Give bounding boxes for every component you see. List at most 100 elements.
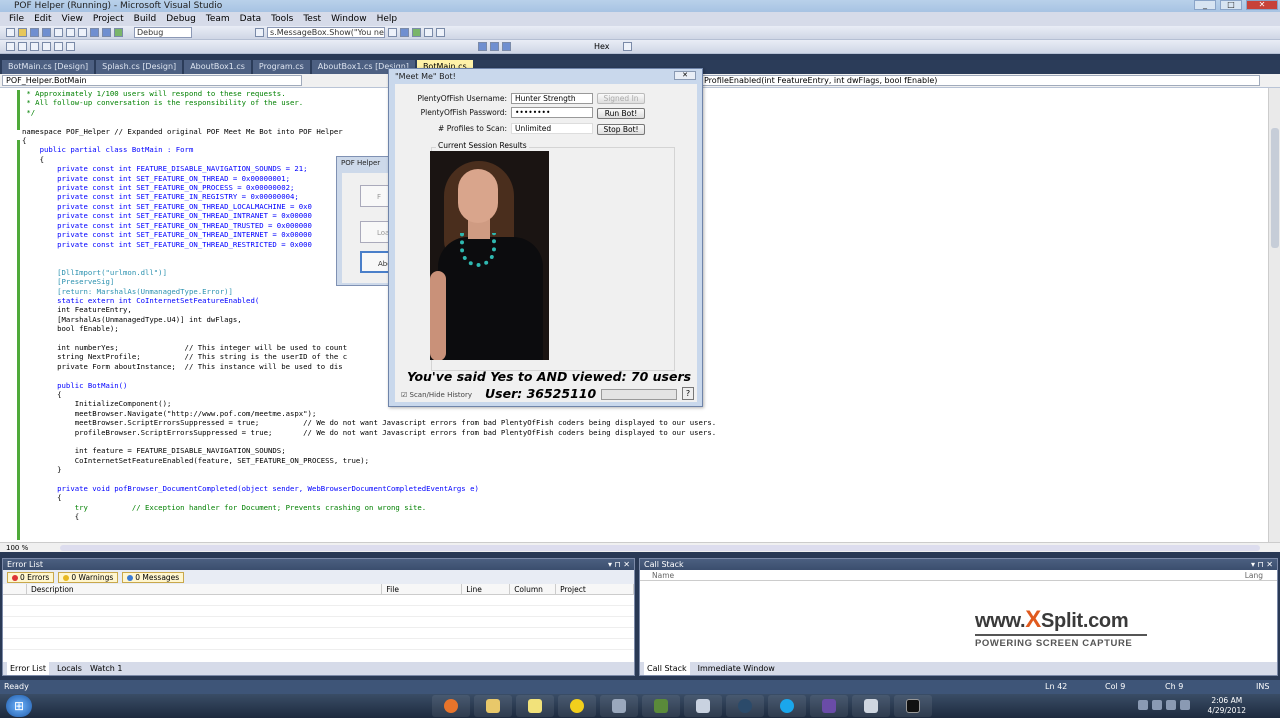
network-icon[interactable]	[1152, 700, 1162, 710]
hex-button[interactable]: Hex	[594, 42, 610, 51]
tab-splash-design[interactable]: Splash.cs [Design]	[96, 60, 183, 74]
bottom-right-tabs: Call Stack Immediate Window	[640, 662, 1277, 675]
step-out-icon[interactable]	[502, 42, 511, 51]
open-file-icon[interactable]	[18, 28, 27, 37]
bot-close-button[interactable]: ✕	[674, 71, 696, 80]
editor-vertical-scrollbar[interactable]	[1268, 88, 1280, 542]
start-page-icon[interactable]	[436, 28, 445, 37]
menu-data[interactable]: Data	[235, 12, 267, 26]
pin-icon[interactable]: ▾ ⊓ ✕	[608, 559, 630, 570]
taskbar-tool[interactable]	[684, 695, 722, 717]
config-combo[interactable]: Debug	[134, 27, 192, 38]
find-icon[interactable]	[255, 28, 264, 37]
taskbar-cmd[interactable]	[894, 695, 932, 717]
col-description[interactable]: Description	[27, 584, 383, 594]
taskbar-steam[interactable]	[726, 695, 764, 717]
stop-bot-button[interactable]: Stop Bot!	[597, 124, 645, 135]
errors-filter[interactable]: 0 Errors	[7, 572, 55, 583]
col-line[interactable]: Line	[462, 584, 511, 594]
pin-icon[interactable]: ▾ ⊓ ✕	[1251, 559, 1273, 570]
new-project-icon[interactable]	[6, 28, 15, 37]
class-combo[interactable]: POF_Helper.BotMain	[2, 75, 302, 86]
save-icon[interactable]	[30, 28, 39, 37]
align-center-icon[interactable]	[18, 42, 27, 51]
menu-help[interactable]: Help	[372, 12, 403, 26]
password-field[interactable]: ••••••••	[511, 107, 593, 118]
warnings-filter[interactable]: 0 Warnings	[58, 572, 119, 583]
volume-icon[interactable]	[1166, 700, 1176, 710]
paste-icon[interactable]	[78, 28, 87, 37]
taskbar-app-s[interactable]	[558, 695, 596, 717]
tab-locals[interactable]: Locals	[57, 662, 82, 675]
minimize-button[interactable]: _	[1194, 0, 1216, 10]
profiles-field[interactable]: Unlimited	[511, 123, 593, 134]
username-field[interactable]: Hunter Strength	[511, 93, 593, 104]
clock[interactable]: 2:06 AM 4/29/2012	[1208, 696, 1246, 716]
help-button[interactable]: ?	[682, 387, 694, 400]
bring-front-icon[interactable]	[42, 42, 51, 51]
tab-error-list[interactable]: Error List	[7, 662, 50, 675]
run-bot-button[interactable]: Run Bot!	[597, 108, 645, 119]
format-icon[interactable]	[66, 42, 75, 51]
member-combo[interactable]: ProfileEnabled(int FeatureEntry, int dwF…	[700, 75, 1260, 86]
col-file[interactable]: File	[382, 584, 463, 594]
menu-project[interactable]: Project	[88, 12, 129, 26]
align-right-icon[interactable]	[30, 42, 39, 51]
find-combo[interactable]: s.MessageBox.Show("You need	[267, 27, 385, 38]
tray-arrow-icon[interactable]	[1138, 700, 1148, 710]
menu-tools[interactable]: Tools	[266, 12, 298, 26]
messages-filter[interactable]: 0 Messages	[122, 572, 185, 583]
col-name[interactable]: Name	[652, 570, 674, 580]
send-back-icon[interactable]	[54, 42, 63, 51]
menu-view[interactable]: View	[57, 12, 88, 26]
tool-icon	[696, 699, 710, 713]
zoom-level[interactable]: 100 %	[6, 544, 28, 552]
breakpoints-icon[interactable]	[622, 42, 632, 51]
tab-call-stack[interactable]: Call Stack	[644, 662, 690, 675]
toolbox-icon[interactable]	[424, 28, 433, 37]
menu-edit[interactable]: Edit	[29, 12, 56, 26]
align-left-icon[interactable]	[6, 42, 15, 51]
tab-aboutbox[interactable]: AboutBox1.cs	[184, 60, 251, 74]
start-button[interactable]: ⊞	[6, 695, 32, 717]
solution-explorer-icon[interactable]	[400, 28, 409, 37]
step-into-icon[interactable]	[478, 42, 487, 51]
signed-in-button[interactable]: Signed In	[597, 93, 645, 104]
copy-icon[interactable]	[66, 28, 75, 37]
menu-build[interactable]: Build	[129, 12, 162, 26]
menu-test[interactable]: Test	[298, 12, 326, 26]
save-all-icon[interactable]	[42, 28, 51, 37]
flag-icon[interactable]	[1180, 700, 1190, 710]
col-lang[interactable]: Lang	[1245, 570, 1263, 580]
find-in-files-icon[interactable]	[388, 28, 397, 37]
taskbar-minecraft[interactable]	[642, 695, 680, 717]
taskbar-calculator[interactable]	[852, 695, 890, 717]
cut-icon[interactable]	[54, 28, 63, 37]
start-debug-icon[interactable]	[114, 28, 123, 37]
maximize-button[interactable]: □	[1220, 0, 1242, 10]
taskbar-explorer[interactable]	[474, 695, 512, 717]
scroll-thumb[interactable]	[1271, 128, 1279, 248]
menu-file[interactable]: File	[4, 12, 29, 26]
taskbar-visualstudio[interactable]	[810, 695, 848, 717]
menu-debug[interactable]: Debug	[161, 12, 201, 26]
tab-botmain-design[interactable]: BotMain.cs [Design]	[2, 60, 95, 74]
taskbar-photos[interactable]	[600, 695, 638, 717]
redo-icon[interactable]	[102, 28, 111, 37]
editor-horizontal-scrollbar[interactable]	[60, 545, 1260, 551]
close-button[interactable]: ✕	[1246, 0, 1278, 10]
col-column[interactable]: Column	[510, 584, 557, 594]
undo-icon[interactable]	[90, 28, 99, 37]
scan-history-checkbox[interactable]: ☑ Scan/Hide History	[401, 391, 472, 399]
taskbar-skype[interactable]	[768, 695, 806, 717]
properties-icon[interactable]	[412, 28, 421, 37]
tab-immediate[interactable]: Immediate Window	[698, 662, 775, 675]
step-over-icon[interactable]	[490, 42, 499, 51]
menu-window[interactable]: Window	[326, 12, 372, 26]
tab-program[interactable]: Program.cs	[252, 60, 310, 74]
taskbar-firefox[interactable]	[432, 695, 470, 717]
col-project[interactable]: Project	[556, 584, 634, 594]
menu-team[interactable]: Team	[201, 12, 235, 26]
taskbar-notes[interactable]	[516, 695, 554, 717]
tab-watch1[interactable]: Watch 1	[90, 662, 123, 675]
